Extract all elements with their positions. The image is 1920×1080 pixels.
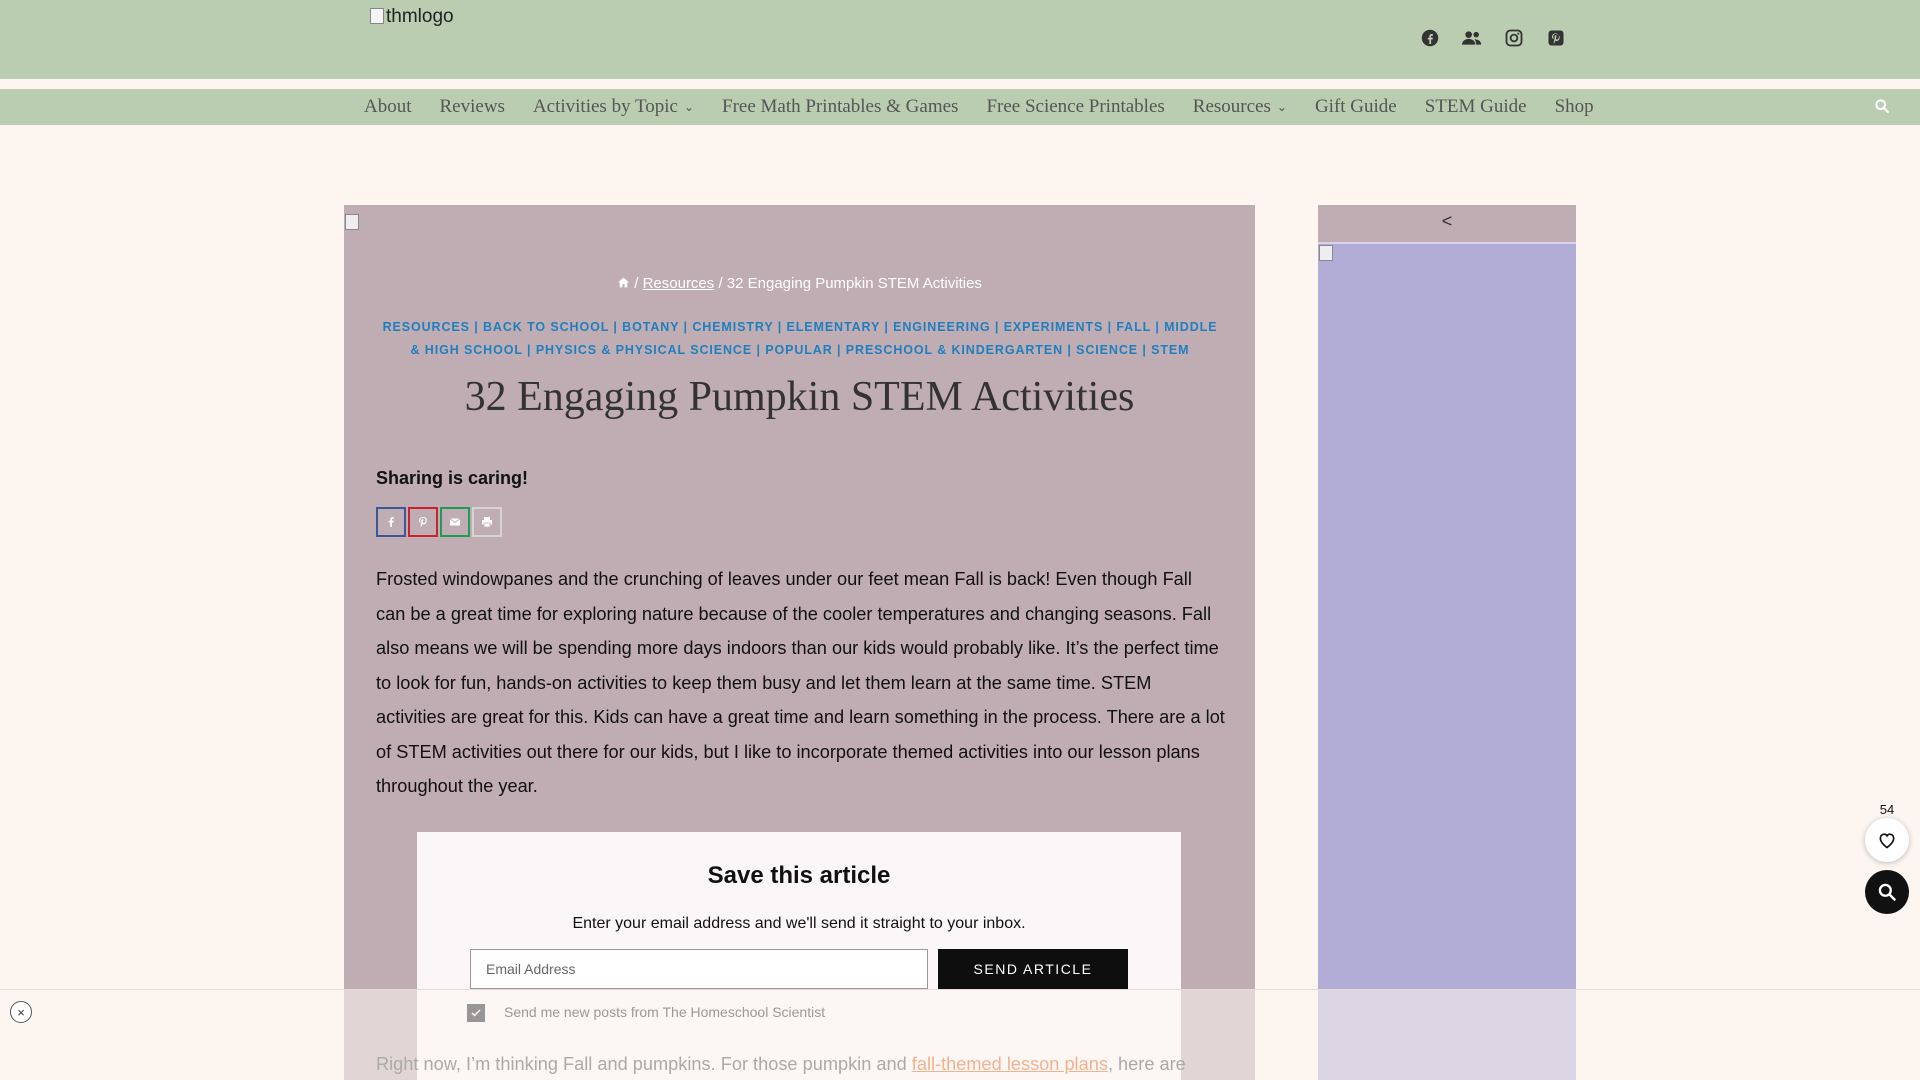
group-icon[interactable]: [1462, 28, 1482, 48]
main-navigation: About Reviews Activities by Topic ⌄ Free …: [0, 89, 1920, 125]
nav-item-reviews[interactable]: Reviews: [426, 96, 519, 118]
nav-label: Free Science Printables: [986, 96, 1165, 117]
paragraph-text: Right now, I’m thinking Fall and pumpkin…: [376, 1054, 912, 1074]
send-article-button[interactable]: SEND ARTICLE: [938, 949, 1128, 989]
site-logo[interactable]: thmlogo: [370, 6, 454, 28]
article-next-paragraph: Right now, I’m thinking Fall and pumpkin…: [376, 1054, 1186, 1075]
nav-label: Free Math Printables & Games: [722, 96, 959, 117]
article-content: / Resources / 32 Engaging Pumpkin STEM A…: [344, 205, 1255, 1080]
instagram-icon[interactable]: [1504, 28, 1524, 48]
header-divider: [0, 79, 1920, 89]
nav-item-resources[interactable]: Resources ⌄: [1179, 96, 1301, 118]
share-buttons: [376, 507, 502, 537]
nav-label: Activities by Topic: [532, 96, 678, 117]
nav-label: About: [364, 96, 412, 117]
heart-icon: [1879, 833, 1895, 849]
sidebar: <: [1318, 205, 1576, 1080]
broken-image-icon: [370, 8, 384, 24]
subscribe-checkbox[interactable]: [467, 1004, 485, 1022]
nav-label: Reviews: [439, 96, 505, 117]
nav-item-about[interactable]: About: [364, 96, 426, 118]
close-icon[interactable]: ×: [10, 1001, 32, 1023]
sidebar-toggle-button[interactable]: <: [1318, 205, 1576, 242]
nav-label: Resources: [1192, 96, 1271, 117]
breadcrumb-current: 32 Engaging Pumpkin STEM Activities: [726, 275, 982, 292]
floating-search-button[interactable]: [1865, 870, 1909, 914]
nav-item-stem-guide[interactable]: STEM Guide: [1411, 96, 1541, 118]
fall-lesson-plans-link[interactable]: fall-themed lesson plans: [912, 1054, 1108, 1074]
sharing-label: Sharing is caring!: [376, 468, 529, 488]
favorite-button[interactable]: [1865, 818, 1909, 862]
chevron-down-icon: ⌄: [683, 99, 695, 114]
logo-alt-text: thmlogo: [386, 6, 454, 27]
nav-item-free-math-printables[interactable]: Free Math Printables & Games: [708, 96, 972, 118]
save-article-description: Enter your email address and we'll send …: [572, 915, 1026, 932]
article-intro: Frosted windowpanes and the crunching of…: [376, 569, 1225, 796]
nav-label: Shop: [1554, 96, 1594, 117]
nav-item-shop[interactable]: Shop: [1541, 96, 1608, 118]
breadcrumb: / Resources / 32 Engaging Pumpkin STEM A…: [344, 275, 1255, 293]
paragraph-text: , here are: [1107, 1054, 1186, 1074]
email-field[interactable]: Email Address: [470, 949, 928, 989]
share-pinterest-button[interactable]: [408, 507, 438, 537]
nav-list: About Reviews Activities by Topic ⌄ Free …: [364, 89, 1608, 125]
print-button[interactable]: [472, 507, 502, 537]
category-links[interactable]: RESOURCES | BACK TO SCHOOL | BOTANY | CH…: [380, 316, 1220, 362]
broken-image-icon: [1319, 245, 1333, 261]
search-icon: [1878, 883, 1896, 901]
chevron-down-icon: ⌄: [1276, 99, 1287, 114]
search-icon[interactable]: [1874, 98, 1892, 116]
breadcrumb-separator: /: [718, 275, 723, 292]
nav-label: Gift Guide: [1314, 96, 1397, 117]
favorite-count: 54: [1879, 802, 1895, 817]
site-header: thmlogo: [0, 0, 1920, 79]
pinterest-icon[interactable]: [1546, 28, 1566, 48]
nav-item-gift-guide[interactable]: Gift Guide: [1301, 96, 1411, 118]
page-title: 32 Engaging Pumpkin STEM Activities: [464, 374, 1135, 420]
share-facebook-button[interactable]: [376, 507, 406, 537]
sidebar-divider: [1318, 242, 1576, 244]
breadcrumb-separator: /: [634, 275, 639, 292]
nav-item-free-science-printables[interactable]: Free Science Printables: [972, 96, 1178, 118]
social-links: [1420, 28, 1566, 48]
nav-label: STEM Guide: [1424, 96, 1527, 117]
facebook-icon[interactable]: [1420, 28, 1440, 48]
share-email-button[interactable]: [440, 507, 470, 537]
save-article-title: Save this article: [707, 862, 891, 889]
broken-image-icon: [345, 214, 359, 230]
subscribe-checkbox-label: Send me new posts from The Homeschool Sc…: [504, 1004, 826, 1020]
breadcrumb-resources-link[interactable]: Resources: [643, 275, 715, 292]
home-icon[interactable]: [617, 276, 630, 293]
nav-item-activities-by-topic[interactable]: Activities by Topic ⌄: [519, 96, 708, 118]
